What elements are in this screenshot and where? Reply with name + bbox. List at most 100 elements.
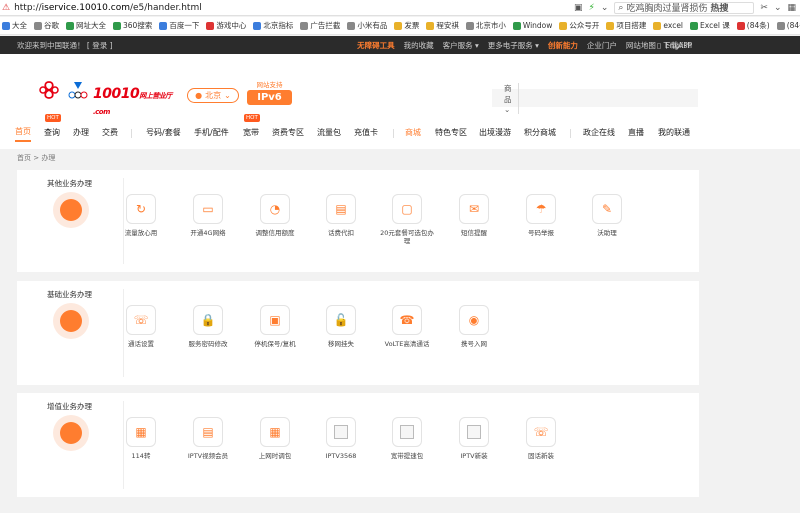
section-title: 其他业务办理: [47, 179, 92, 188]
service-glyph-icon: 🔓: [333, 313, 349, 327]
top-link[interactable]: 企业门户: [587, 40, 617, 51]
service-item[interactable]: ☏ 通话设置: [111, 305, 171, 348]
bookmark-item[interactable]: 360搜索: [113, 20, 152, 31]
service-item[interactable]: ▢ 20元套餐可选包办理: [377, 194, 437, 245]
browser-search-box[interactable]: ⌕ 吃鸡胸肉过量肾损伤 热搜: [614, 1, 755, 14]
top-link[interactable]: 创新能力: [548, 40, 578, 51]
url-field[interactable]: http://iservice.10010.com/e5/hander.html: [14, 3, 574, 13]
bookmark-item[interactable]: 百度一下: [159, 20, 199, 31]
service-item[interactable]: ◔ 调整信用额度: [245, 194, 305, 237]
bookmark-item[interactable]: 大全: [2, 20, 27, 31]
service-item[interactable]: ▤ 话费代扣: [311, 194, 371, 237]
service-section: 基础业务办理 ☏ 通话设置 🔒 服务密码修改 ▣ 停机保号/复机 🔓 移网挂失 ☎ VoLTE高清通…: [17, 281, 699, 385]
bookmark-label: 广告拦截: [310, 21, 341, 30]
bookmark-item[interactable]: 谷歌: [34, 20, 59, 31]
bookmark-favicon-icon: [394, 21, 403, 30]
service-item-label: 移网挂失: [328, 340, 354, 348]
nav-item[interactable]: 手机/配件: [194, 124, 229, 142]
nav-item[interactable]: 交费: [102, 124, 118, 142]
service-item[interactable]: ▦ 114转: [111, 417, 171, 460]
nav-item[interactable]: 积分商城: [524, 124, 556, 142]
service-item[interactable]: IPTV3568: [311, 417, 371, 460]
bookmark-item[interactable]: Excel 课: [690, 20, 730, 31]
top-link[interactable]: 客户服务 ▾: [443, 40, 479, 51]
nav-item[interactable]: 出境漫游: [479, 124, 511, 142]
bookmark-item[interactable]: 发票: [394, 20, 419, 31]
top-links: 无障碍工具 我的收藏 客户服务 ▾ 更多电子服务 ▾ 创新能力 企业门户 网站地图 Engli…: [357, 40, 800, 51]
service-item[interactable]: ✉ 短信提醒: [444, 194, 504, 237]
top-link[interactable]: 无障碍工具: [357, 40, 395, 51]
nav-item[interactable]: 特色专区: [435, 124, 467, 142]
section-category-icon: [53, 192, 89, 228]
service-item[interactable]: ☎ VoLTE高清通话: [377, 305, 437, 348]
bookmark-item[interactable]: 网址大全: [66, 20, 106, 31]
login-link[interactable]: [ 登录 ]: [87, 41, 113, 50]
city-selector[interactable]: ● 北京 ⌄: [187, 88, 239, 103]
service-item-icon: ✎: [592, 194, 622, 224]
service-item[interactable]: ▤ IPTV视频会员: [178, 417, 238, 460]
service-item[interactable]: ▭ 开通4G网络: [178, 194, 238, 237]
service-item[interactable]: IPTV新装: [444, 417, 504, 460]
bookmark-item[interactable]: 北京指标: [253, 20, 293, 31]
bookmark-favicon-icon: [66, 21, 74, 30]
grid-icon[interactable]: ▦: [787, 3, 796, 13]
nav-item[interactable]: 商城: [405, 124, 421, 142]
service-item[interactable]: 🔓 移网挂失: [311, 305, 371, 348]
section-title: 增值业务办理: [47, 402, 92, 411]
china-unicom-logo-icon[interactable]: [36, 80, 62, 100]
service-item[interactable]: 宽带提速包: [377, 417, 437, 460]
bookmark-label: 发票: [404, 21, 420, 30]
bookmark-item[interactable]: Window: [512, 21, 552, 30]
bookmark-item[interactable]: 北京市小: [465, 20, 506, 31]
nav-item[interactable]: 流量包: [317, 124, 341, 142]
download-app-link[interactable]: ▯ 下载APP: [657, 36, 692, 54]
bookmark-item[interactable]: (84条): [736, 20, 770, 31]
search-category-select[interactable]: 商品 ⌄: [504, 82, 519, 114]
service-item[interactable]: ✎ 沃助理: [577, 194, 637, 237]
bookmark-item[interactable]: 程安祺: [426, 20, 459, 31]
nav-item[interactable]: 号码/套餐: [146, 124, 181, 142]
nav-item[interactable]: 首页: [15, 124, 31, 142]
nav-item[interactable]: 直播: [628, 124, 644, 142]
service-item[interactable]: ◉ 携号入网: [444, 305, 504, 348]
scissors-icon[interactable]: ✂: [760, 3, 768, 13]
chevron-down-icon[interactable]: ⌄: [774, 3, 782, 13]
service-item-icon: ✉: [459, 194, 489, 224]
service-glyph-icon: ▭: [202, 202, 214, 216]
bookmark-item[interactable]: 项目搭建: [606, 20, 646, 31]
top-link[interactable]: 更多电子服务 ▾: [488, 40, 539, 51]
chevron-down-icon[interactable]: ⌄: [601, 3, 609, 13]
service-glyph-icon: ▢: [401, 202, 413, 216]
hot-search-label: 热搜: [710, 4, 729, 14]
bookmark-item[interactable]: 小米有品: [347, 20, 387, 31]
search-input[interactable]: [518, 91, 696, 105]
nav-item[interactable]: 宽带: [243, 124, 259, 142]
nav-item[interactable]: 查询: [44, 124, 60, 142]
lightning-icon[interactable]: ⚡: [589, 3, 595, 13]
service-item[interactable]: ↻ 流量放心用: [111, 194, 171, 237]
nav-item[interactable]: 资费专区: [272, 124, 304, 142]
service-item[interactable]: ▦ 上网时调包: [245, 417, 305, 460]
bookmark-item[interactable]: (84条消: [776, 20, 800, 31]
bookmark-favicon-icon: [776, 21, 785, 30]
10010-logo-text[interactable]: 10010网上营业厅 .com: [93, 86, 172, 118]
bookmark-item[interactable]: excel: [653, 21, 683, 30]
nav-item[interactable]: 办理: [73, 124, 89, 142]
service-item-icon: ▦: [126, 417, 156, 447]
service-item[interactable]: ☂ 号码举报: [511, 194, 571, 237]
service-item-icon: ☏: [526, 417, 556, 447]
bookmark-item[interactable]: 广告拦截: [300, 20, 340, 31]
top-link[interactable]: 网站地图: [626, 40, 656, 51]
service-item[interactable]: ▣ 停机保号/复机: [245, 305, 305, 348]
nav-item[interactable]: 我的联通: [658, 124, 690, 142]
extension-icon[interactable]: ▣: [574, 3, 583, 13]
service-item[interactable]: 🔒 服务密码修改: [178, 305, 238, 348]
top-link[interactable]: 我的收藏: [404, 40, 434, 51]
nav-item[interactable]: 充值卡: [354, 124, 378, 142]
bookmark-item[interactable]: 游戏中心: [206, 20, 246, 31]
ipv6-caption: 网站支持: [256, 81, 283, 89]
nav-item[interactable]: 政企在线: [583, 124, 615, 142]
service-item[interactable]: ☏ 固话新装: [511, 417, 571, 460]
bookmark-item[interactable]: 公众号开: [559, 20, 599, 31]
logo-number: 10010: [93, 86, 140, 102]
